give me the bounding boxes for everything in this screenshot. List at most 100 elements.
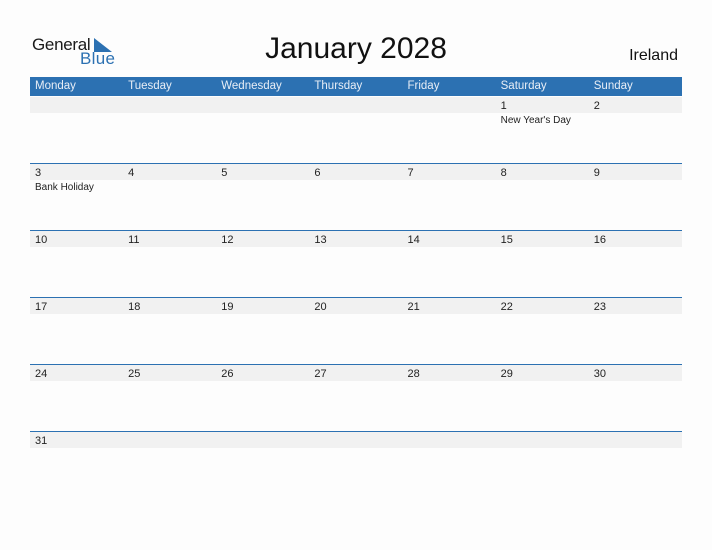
day-number xyxy=(221,98,309,114)
day-cell xyxy=(403,432,496,448)
day-cell xyxy=(123,432,216,448)
weekday-monday: Monday xyxy=(35,80,76,92)
day-cell: 22 xyxy=(496,298,589,364)
week-row: 3 Bank Holiday 4 5 6 7 8 9 xyxy=(30,163,682,230)
day-number: 30 xyxy=(593,368,606,380)
day-number: 8 xyxy=(500,167,507,179)
day-number xyxy=(128,98,216,114)
day-cell: 8 xyxy=(496,164,589,230)
day-cell: 27 xyxy=(309,365,402,431)
week-row: 31 xyxy=(30,431,682,498)
day-number: 3 xyxy=(35,167,42,179)
day-number: 25 xyxy=(128,368,141,380)
day-cell: 2 xyxy=(589,97,682,163)
weeks: 1 New Year's Day 2 3 Bank Holiday 4 5 6 7 8 9 10 11 1… xyxy=(30,96,682,498)
weekday-header: Monday Tuesday Wednesday Thursday Friday… xyxy=(30,77,682,96)
day-cell: 18 xyxy=(123,298,216,364)
day-number: 10 xyxy=(35,234,48,246)
day-cell: 25 xyxy=(123,365,216,431)
day-number: 6 xyxy=(314,167,321,179)
day-number: 21 xyxy=(407,301,420,313)
day-cell: 6 xyxy=(309,164,402,230)
day-cell xyxy=(216,432,309,448)
day-number: 23 xyxy=(593,301,606,313)
day-cell: 28 xyxy=(403,365,496,431)
day-cell: 23 xyxy=(589,298,682,364)
day-cell: 19 xyxy=(216,298,309,364)
day-number: 28 xyxy=(407,368,420,380)
day-cell: 20 xyxy=(309,298,402,364)
day-number: 14 xyxy=(407,234,420,246)
day-number: 29 xyxy=(500,368,513,380)
day-cell xyxy=(30,97,123,163)
week-row: 1 New Year's Day 2 xyxy=(30,96,682,163)
weekday-friday: Friday xyxy=(407,80,440,92)
day-cell: 26 xyxy=(216,365,309,431)
day-number: 1 xyxy=(500,100,507,112)
day-number: 22 xyxy=(500,301,513,313)
holiday-label: Bank Holiday xyxy=(35,182,94,193)
day-cell: 9 xyxy=(589,164,682,230)
weekday-wednesday: Wednesday xyxy=(221,80,282,92)
day-number: 17 xyxy=(35,301,48,313)
day-number: 13 xyxy=(314,234,327,246)
country-label: Ireland xyxy=(629,47,678,64)
day-cell: 10 xyxy=(30,231,123,297)
day-cell: 7 xyxy=(403,164,496,230)
day-cell: 13 xyxy=(309,231,402,297)
day-number: 4 xyxy=(128,167,135,179)
day-number: 27 xyxy=(314,368,327,380)
day-number: 15 xyxy=(500,234,513,246)
page-title: January 2028 xyxy=(265,32,447,65)
day-cell: 24 xyxy=(30,365,123,431)
day-cell: 5 xyxy=(216,164,309,230)
day-cell: 4 xyxy=(123,164,216,230)
week-row: 17 18 19 20 21 22 23 xyxy=(30,297,682,364)
day-number: 24 xyxy=(35,368,48,380)
day-number xyxy=(314,433,402,449)
day-number: 19 xyxy=(221,301,234,313)
weekday-sunday: Sunday xyxy=(593,80,633,92)
day-number: 16 xyxy=(593,234,606,246)
day-number xyxy=(314,98,402,114)
day-cell: 16 xyxy=(589,231,682,297)
day-number: 5 xyxy=(221,167,228,179)
weekday-saturday: Saturday xyxy=(500,80,547,92)
day-cell xyxy=(216,97,309,163)
day-cell: 12 xyxy=(216,231,309,297)
weekday-thursday: Thursday xyxy=(314,80,363,92)
holiday-label: New Year's Day xyxy=(500,115,571,126)
day-number: 31 xyxy=(35,435,48,447)
day-number: 9 xyxy=(593,167,600,179)
day-number: 11 xyxy=(128,234,140,246)
day-number: 18 xyxy=(128,301,141,313)
day-cell xyxy=(589,432,682,448)
day-number: 20 xyxy=(314,301,327,313)
day-cell xyxy=(403,97,496,163)
day-cell xyxy=(496,432,589,448)
day-cell: 14 xyxy=(403,231,496,297)
day-number: 2 xyxy=(593,100,600,112)
day-number xyxy=(501,433,589,449)
day-cell xyxy=(309,97,402,163)
day-cell: 15 xyxy=(496,231,589,297)
day-number: 7 xyxy=(407,167,414,179)
day-cell: 30 xyxy=(589,365,682,431)
day-number xyxy=(408,98,496,114)
day-cell xyxy=(123,97,216,163)
day-number xyxy=(128,433,216,449)
day-cell: 29 xyxy=(496,365,589,431)
calendar-grid: Monday Tuesday Wednesday Thursday Friday… xyxy=(30,77,682,498)
day-cell: 3 Bank Holiday xyxy=(30,164,123,230)
week-row: 24 25 26 27 28 29 30 xyxy=(30,364,682,431)
weekday-tuesday: Tuesday xyxy=(128,80,172,92)
day-cell: 17 xyxy=(30,298,123,364)
week-row: 10 11 12 13 14 15 16 xyxy=(30,230,682,297)
day-cell: 11 xyxy=(123,231,216,297)
day-cell: 21 xyxy=(403,298,496,364)
day-number xyxy=(594,433,682,449)
day-cell: 31 xyxy=(30,432,123,448)
day-cell xyxy=(309,432,402,448)
day-number xyxy=(35,98,123,114)
day-number: 12 xyxy=(221,234,234,246)
